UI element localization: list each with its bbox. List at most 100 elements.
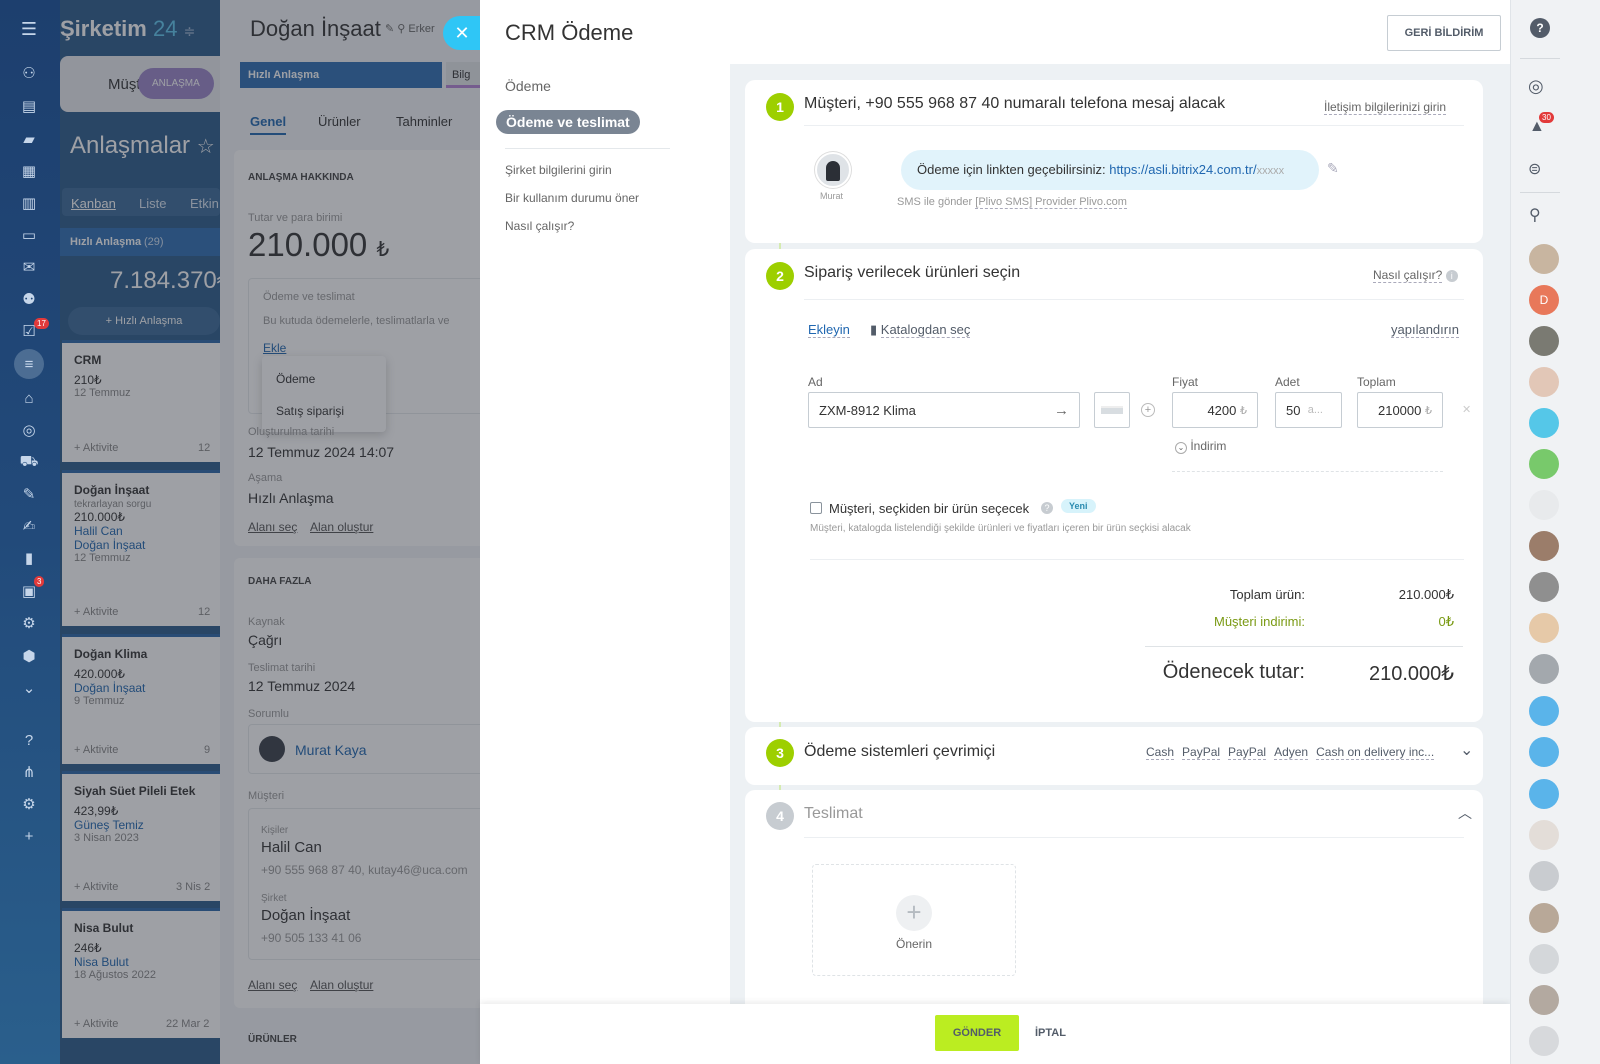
client-discount-value: 0₺ — [1438, 614, 1454, 629]
tasks-icon[interactable]: ▤ — [18, 95, 40, 117]
nav-company-info[interactable]: Şirket bilgilerini girin — [505, 163, 612, 177]
remove-icon[interactable]: ✕ — [1462, 403, 1471, 416]
crm-icon[interactable]: ≡ — [14, 349, 44, 379]
settings-icon[interactable]: ⚙ — [18, 793, 40, 815]
nav-payment-delivery[interactable]: Ödeme ve teslimat — [496, 110, 640, 134]
price-input[interactable]: 4200 ₺ — [1172, 392, 1258, 428]
chat-avatar[interactable] — [1529, 449, 1559, 479]
payment-system[interactable]: PayPal — [1182, 745, 1221, 760]
avatar[interactable] — [1529, 944, 1559, 974]
qty-input[interactable]: 50 a... — [1275, 392, 1342, 428]
col-name: Ad — [808, 375, 823, 389]
selection-checkbox[interactable] — [810, 502, 822, 514]
payment-system[interactable]: PayPal — [1228, 745, 1267, 760]
nav-how-it-works[interactable]: Nasıl çalışır? — [505, 219, 574, 233]
search-icon[interactable]: ⚲ — [1529, 205, 1541, 225]
feedback-button[interactable]: GERİ BİLDİRİM — [1387, 15, 1501, 51]
add-image-icon[interactable]: + — [1141, 403, 1155, 417]
group-avatar[interactable] — [1529, 737, 1559, 767]
payment-system[interactable]: Cash — [1146, 745, 1175, 760]
arrow-right-icon: → — [1054, 401, 1069, 419]
bank-icon[interactable]: ⌂ — [18, 387, 40, 409]
step1-badge: 1 — [766, 93, 794, 121]
docs-icon[interactable]: ▥ — [18, 192, 40, 214]
edit-icon[interactable]: ✎ — [1327, 160, 1339, 177]
divider — [804, 837, 1464, 838]
payment-systems-list[interactable]: Cash PayPal PayPal Adyen Cash on deliver… — [1146, 745, 1435, 760]
payment-link[interactable]: https://asli.bitrix24.com.tr/ — [1109, 162, 1256, 177]
avatar[interactable] — [1529, 654, 1559, 684]
avatar[interactable] — [1529, 903, 1559, 933]
chevron-up-icon[interactable]: ︿ — [1458, 803, 1472, 823]
add-product-link[interactable]: Ekleyin — [808, 322, 850, 338]
close-icon[interactable]: ✕ — [443, 16, 481, 50]
slider-nav-bg — [480, 64, 730, 1004]
how-it-works-link[interactable]: Nasıl çalışır? i — [1373, 268, 1458, 283]
avatar[interactable] — [1529, 613, 1559, 643]
enter-contact-link[interactable]: İletişim bilgilerinizi girin — [1324, 100, 1447, 115]
sign-icon[interactable]: ✍ — [18, 515, 40, 537]
avatar[interactable] — [1529, 326, 1559, 356]
chat-icon[interactable]: ▰ — [18, 128, 40, 150]
contacts-icon[interactable]: ⚉ — [18, 288, 40, 310]
avatar[interactable] — [1529, 1026, 1559, 1056]
copilot-icon[interactable]: ◎ — [1528, 76, 1544, 97]
help-icon[interactable]: ? — [18, 729, 40, 751]
avatar[interactable] — [1529, 985, 1559, 1015]
send-button[interactable]: GÖNDER — [935, 1015, 1019, 1051]
step2-badge: 2 — [766, 262, 794, 290]
divider — [1520, 192, 1560, 193]
divider — [804, 125, 1464, 126]
down-icon[interactable]: ⌄ — [18, 677, 40, 699]
step3-title: Ödeme sistemleri çevrimiçi — [804, 743, 996, 760]
messenger-icon[interactable]: ⊜ — [1528, 159, 1541, 179]
sms-provider-link[interactable]: [Plivo SMS] Provider Plivo.com — [975, 196, 1127, 209]
nav-payment[interactable]: Ödeme — [505, 78, 551, 94]
calendar-icon[interactable]: ▦ — [18, 160, 40, 182]
payment-system[interactable]: Adyen — [1274, 745, 1309, 760]
book-icon: ▮ — [870, 322, 878, 337]
cancel-button[interactable]: İPTAL — [1035, 1027, 1066, 1039]
chevron-down-icon[interactable]: ⌄ — [1460, 740, 1473, 760]
sitemap-icon[interactable]: ⋔ — [18, 761, 40, 783]
product-image[interactable] — [1094, 392, 1130, 428]
payment-system[interactable]: Cash on delivery inc... — [1316, 745, 1435, 760]
divider — [1172, 471, 1443, 472]
avatar[interactable] — [1529, 244, 1559, 274]
configure-link[interactable]: yapılandırın — [1391, 322, 1459, 338]
avatar[interactable]: D — [1529, 285, 1559, 315]
avatar[interactable] — [1529, 367, 1559, 397]
total-input[interactable]: 210000 ₺ — [1357, 392, 1443, 428]
menu-icon[interactable]: ☰ — [18, 18, 40, 40]
info-icon: i — [1445, 270, 1458, 282]
avatar[interactable] — [1529, 490, 1559, 520]
avatar[interactable] — [1529, 820, 1559, 850]
box-icon[interactable]: ⬢ — [18, 645, 40, 667]
avatar[interactable] — [1529, 572, 1559, 602]
group-avatar[interactable] — [1529, 696, 1559, 726]
avatar[interactable] — [1529, 861, 1559, 891]
help-icon[interactable]: ? — [1041, 502, 1053, 514]
edit-icon[interactable]: ✎ — [18, 483, 40, 505]
product-name-input[interactable]: ZXM-8912 Klima → — [808, 392, 1080, 428]
cart-icon[interactable]: ⛟ — [18, 451, 40, 473]
divider — [1520, 58, 1560, 59]
propose-delivery-card[interactable]: + Önerin — [812, 864, 1016, 976]
help-icon[interactable]: ? — [1530, 18, 1550, 38]
mail-icon[interactable]: ✉ — [18, 256, 40, 278]
chevron-down-icon: ⌄ — [1175, 442, 1187, 454]
target-icon[interactable]: ◎ — [18, 419, 40, 441]
overlay-dim[interactable] — [60, 0, 480, 1064]
avatar[interactable] — [1529, 531, 1559, 561]
nav-use-case[interactable]: Bir kullanım durumu öner — [505, 191, 639, 205]
feed-icon[interactable]: ⚇ — [18, 62, 40, 84]
chat-avatar[interactable] — [1529, 408, 1559, 438]
group-avatar[interactable] — [1529, 779, 1559, 809]
drive-icon[interactable]: ▭ — [18, 224, 40, 246]
robot-icon[interactable]: ⚙ — [18, 612, 40, 634]
discount-toggle[interactable]: ⌄ İndirim — [1175, 439, 1226, 454]
catalog-link[interactable]: ▮ Katalogdan seç — [870, 322, 971, 338]
plus-icon[interactable]: + — [18, 825, 40, 847]
chart-icon[interactable]: ▮ — [18, 547, 40, 569]
step1-title: Müşteri, +90 555 968 87 40 numaralı tele… — [804, 95, 1226, 112]
